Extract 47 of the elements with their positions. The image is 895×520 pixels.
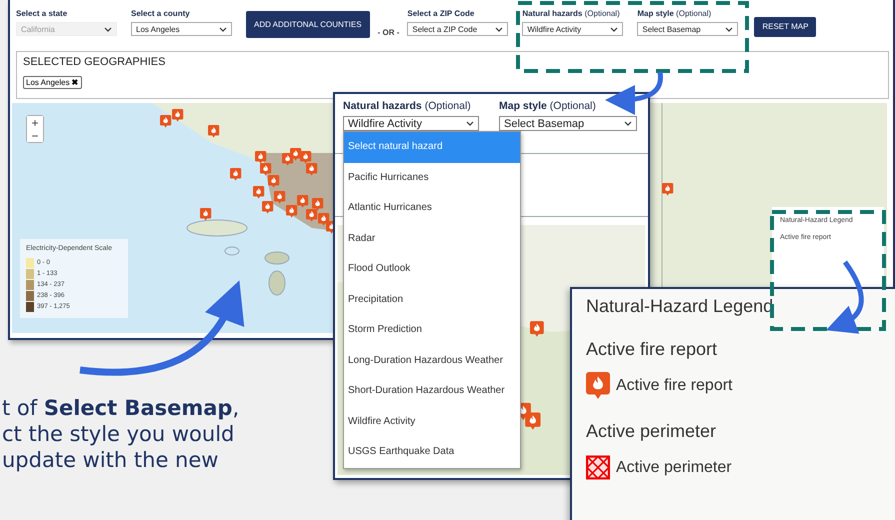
remove-button[interactable]: ✖ xyxy=(72,78,79,87)
section-title: SELECTED GEOGRAPHIES xyxy=(23,56,166,68)
caption-text: update with the new xyxy=(2,447,218,473)
dropdown-option[interactable]: Pacific Hurricanes xyxy=(344,162,520,193)
field-label: Select a county xyxy=(131,9,191,18)
select-field[interactable]: Select Basemap xyxy=(499,116,637,131)
caret-icon xyxy=(466,120,474,127)
button[interactable]: ADD ADDITONAL COUNTIES xyxy=(246,11,370,38)
field-label: Select a state xyxy=(16,9,68,18)
perimeter-icon xyxy=(586,454,610,481)
caret-icon xyxy=(219,26,227,32)
field-label: Natural hazards (Optional) xyxy=(343,100,472,112)
zoom-in-button[interactable]: + xyxy=(27,116,43,129)
button[interactable]: RESET MAP xyxy=(754,16,816,36)
legend-heading: Active fire report xyxy=(586,339,718,360)
caret-icon xyxy=(610,26,618,32)
caret-icon xyxy=(495,26,504,32)
chip-label: Los Angeles xyxy=(26,78,70,87)
select-field[interactable]: Select a ZIP Code xyxy=(407,22,508,36)
select-field[interactable]: Select Basemap xyxy=(637,22,738,36)
caption-text: ct the style you would xyxy=(2,421,234,447)
dropdown-option[interactable]: Long-Duration Hazardous Weather xyxy=(344,346,520,376)
field-label: Map style (Optional) xyxy=(637,9,712,18)
legend-label: Active fire report xyxy=(616,376,732,394)
field-label: Map style (Optional) xyxy=(499,100,597,112)
dropdown-option[interactable]: Wildfire Activity xyxy=(344,406,520,437)
separator-text: - OR - xyxy=(378,28,400,37)
legend-heading: Active perimeter xyxy=(586,421,718,442)
field-label: Select a ZIP Code xyxy=(407,9,476,18)
select-field[interactable]: Wildfire Activity xyxy=(343,116,479,131)
dropdown-option[interactable]: USGS Earthquake Data xyxy=(344,437,520,468)
select-field[interactable]: Wildfire Activity xyxy=(522,22,624,36)
dropdown-option[interactable]: Storm Prediction xyxy=(344,315,520,346)
dropdown-option[interactable]: Short-Duration Hazardous Weather xyxy=(344,376,520,406)
caret-icon xyxy=(725,26,734,32)
legend-label: Active perimeter xyxy=(616,458,732,476)
select-field[interactable]: Los Angeles xyxy=(131,22,232,36)
dropdown-option[interactable]: Radar xyxy=(344,224,520,254)
fire-icon xyxy=(586,372,610,399)
field-label: Natural hazards (Optional) xyxy=(522,9,621,18)
dropdown-option[interactable]: Precipitation xyxy=(344,284,520,315)
dropdown-option[interactable]: Flood Outlook xyxy=(344,254,520,284)
caret-icon xyxy=(624,120,632,127)
caption-text: t of Select Basemap, xyxy=(2,395,240,421)
caret-icon xyxy=(104,26,112,32)
dropdown-option[interactable]: Atlantic Hurricanes xyxy=(344,193,520,224)
arrow xyxy=(605,72,663,115)
